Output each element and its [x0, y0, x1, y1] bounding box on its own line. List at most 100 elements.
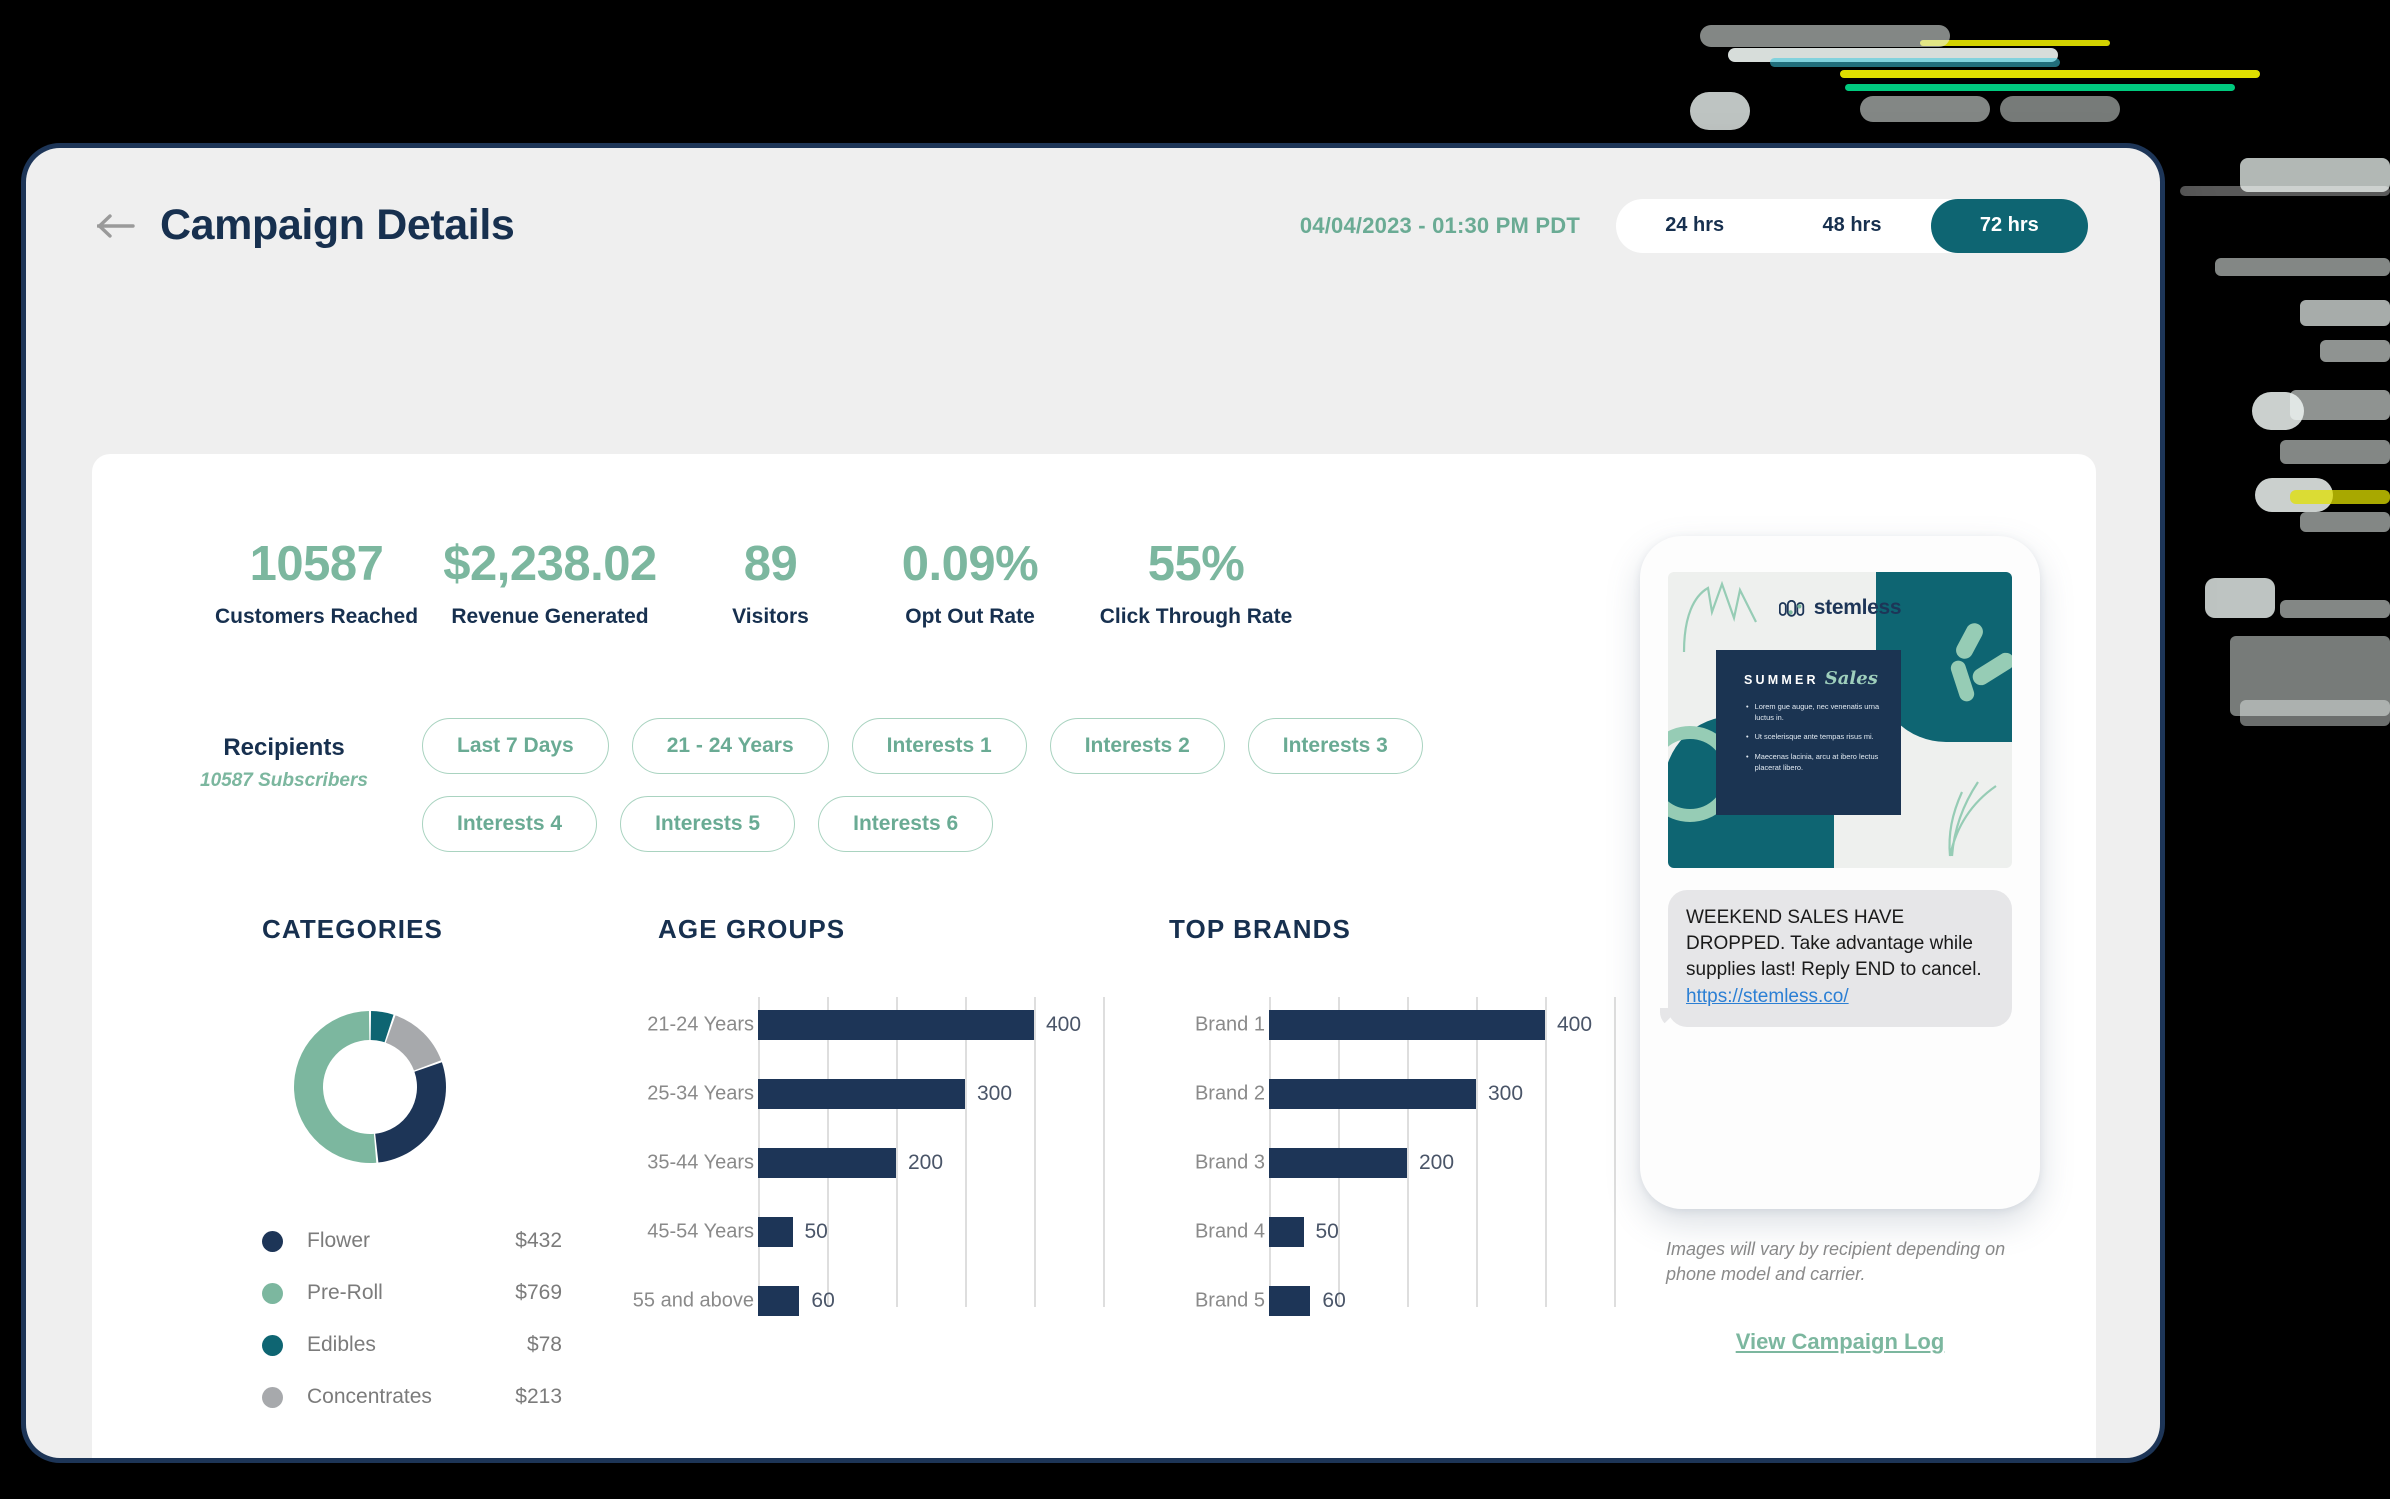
legend-color-swatch: [262, 1282, 283, 1304]
top-brands-chart: TOP BRANDS Brand 1 Brand 2 Brand 3 Brand 4B…: [1169, 914, 1619, 1316]
mms-creative-image: stemless SUMMER Sales • Lorem gue augue,…: [1668, 572, 2012, 868]
top-brands-plot: Brand 1 Brand 2 Brand 3 Brand 4 Brand 5 400 3…: [1169, 997, 1619, 1316]
sms-link[interactable]: https://stemless.co/: [1686, 986, 1849, 1007]
glitch-blob: [2000, 96, 2120, 122]
filter-pill-interests-5[interactable]: Interests 5: [620, 796, 796, 852]
bullet-marker: •: [1746, 732, 1749, 742]
glitch-bar: [1920, 40, 2110, 46]
categories-donut: [280, 997, 592, 1182]
filter-pill-age-range[interactable]: 21 - 24 Years: [631, 718, 829, 774]
glitch-bar: [1845, 84, 2235, 91]
legend-color-swatch: [262, 1334, 283, 1356]
app-window: Campaign Details 04/04/2023 - 01:30 PM P…: [26, 148, 2160, 1458]
donut-chart-icon: [293, 1011, 446, 1163]
age-groups-plot: 21-24 Years 25-34 Years 35-44 Years 45-54 Y…: [633, 997, 1108, 1316]
gridline: [1034, 997, 1036, 1307]
kpi-label: Visitors: [732, 604, 809, 628]
glitch-bar: [2240, 158, 2390, 192]
phone-mockup: stemless SUMMER Sales • Lorem gue augue,…: [1640, 536, 2040, 1209]
donut-segment-concentrates: [385, 1015, 442, 1071]
gridline: [1476, 997, 1478, 1307]
filter-pill-interests-3[interactable]: Interests 3: [1247, 718, 1423, 774]
promo-bullet: • Ut scelerisque ante tempas risus mi.: [1746, 732, 1885, 743]
age-groups-chart-title: AGE GROUPS: [658, 914, 846, 944]
categories-legend: Flower $432 Pre-Roll $769 Edibles $78 Co…: [262, 1224, 562, 1414]
category-label-brand-3: Brand 3: [1194, 1151, 1265, 1174]
kpi-customers-reached: 10587 Customers Reached: [210, 537, 423, 629]
category-label-age-3: 35-44 Years: [647, 1151, 754, 1174]
bar-age-3: [758, 1148, 896, 1178]
gridline: [1103, 997, 1105, 1307]
top-brands-plot-area: 400 300 200 50 60: [1269, 997, 1619, 1316]
filter-pill-last-7-days[interactable]: Last 7 Days: [422, 718, 609, 774]
gridline: [1545, 997, 1547, 1307]
legend-value: $213: [515, 1385, 562, 1408]
legend-value: $769: [515, 1281, 562, 1304]
gridline: [896, 997, 898, 1307]
filter-pill-interests-4[interactable]: Interests 4: [422, 796, 598, 852]
category-label-age-5: 55 and above: [632, 1289, 754, 1312]
glitch-bar: [2280, 600, 2390, 618]
category-label-brand-4: Brand 4: [1194, 1220, 1265, 1243]
legend-label: Concentrates: [307, 1385, 432, 1408]
filter-pill-interests-1[interactable]: Interests 1: [851, 718, 1027, 774]
view-campaign-log-link[interactable]: View Campaign Log: [1640, 1329, 2040, 1355]
top-brands-category-labels: Brand 1 Brand 2 Brand 3 Brand 4 Brand 5: [1169, 997, 1265, 1312]
glitch-blob: [1860, 96, 1990, 122]
category-label-brand-2: Brand 2: [1194, 1082, 1265, 1105]
decorative-leaf-outline: [1948, 781, 1997, 857]
back-button[interactable]: [94, 203, 140, 249]
gridline: [1614, 997, 1616, 1307]
glitch-blob: [2255, 478, 2333, 512]
bullet-marker: •: [1746, 702, 1749, 711]
glitch-blob: [2252, 392, 2304, 430]
promo-title-primary: SUMMER: [1744, 673, 1819, 687]
age-groups-category-labels: 21-24 Years 25-34 Years 35-44 Years 45-54 Y…: [633, 997, 754, 1312]
sms-body-text: WEEKEND SALES HAVE DROPPED. Take advanta…: [1686, 907, 1982, 981]
kpi-row: 10587 Customers Reached $2,238.02 Revenu…: [210, 537, 1316, 629]
bullet-text: Maecenas lacinia, arcu at ibero lectus p…: [1754, 752, 1879, 772]
legend-value: $432: [515, 1229, 562, 1252]
categories-chart: CATEGORIES Flower $432 Pre-Roll $769 Edi…: [262, 914, 592, 1432]
range-option-72hrs[interactable]: 72 hrs: [1930, 198, 2088, 253]
legend-item-pre-roll: Pre-Roll $769: [262, 1276, 562, 1310]
legend-item-concentrates: Concentrates $213: [262, 1380, 562, 1414]
bar-value-age-4: 50: [804, 1220, 828, 1243]
glitch-bar: [2300, 300, 2390, 326]
glitch-bar: [2280, 440, 2390, 464]
bar-value-brand-2: 300: [1488, 1082, 1524, 1105]
category-label-age-1: 21-24 Years: [647, 1013, 754, 1036]
gridline: [965, 997, 967, 1307]
kpi-value: $2,238.02: [443, 537, 657, 591]
promo-title-secondary: Sales: [1824, 668, 1878, 689]
range-option-48hrs[interactable]: 48 hrs: [1773, 199, 1930, 253]
kpi-visitors: 89 Visitors: [677, 537, 864, 629]
filter-pill-interests-2[interactable]: Interests 2: [1049, 718, 1225, 774]
recipients-section: Recipients 10587 Subscribers Last 7 Days…: [188, 718, 1602, 852]
glitch-bar: [2320, 340, 2390, 362]
glitch-bar: [1770, 58, 2060, 67]
sms-message-bubble: WEEKEND SALES HAVE DROPPED. Take advanta…: [1668, 890, 2012, 1027]
range-option-24hrs[interactable]: 24 hrs: [1616, 199, 1773, 253]
glitch-bar: [2300, 512, 2390, 532]
filter-pill-interests-6[interactable]: Interests 6: [818, 796, 994, 852]
kpi-value: 10587: [249, 537, 384, 591]
time-range-toggle: 24 hrs 48 hrs 72 hrs: [1616, 198, 2088, 253]
recipients-subscriber-count: 10587 Subscribers: [200, 770, 368, 791]
legend-label: Flower: [307, 1229, 371, 1252]
legend-item-flower: Flower $432: [262, 1224, 562, 1258]
content-card: 10587 Customers Reached $2,238.02 Revenu…: [92, 454, 2096, 1458]
promo-heading: SUMMER Sales: [1744, 668, 1885, 689]
bar-brand-3: [1269, 1148, 1407, 1178]
message-preview-column: stemless SUMMER Sales • Lorem gue augue,…: [1640, 536, 2060, 1355]
bar-age-2: [758, 1079, 965, 1109]
glitch-bar: [2290, 390, 2390, 420]
bar-age-1: [758, 1010, 1034, 1040]
legend-color-swatch: [262, 1230, 283, 1252]
recipient-filter-pills: Last 7 Days 21 - 24 Years Interests 1 In…: [422, 718, 1602, 852]
promo-bullet-list: • Lorem gue augue, nec venenatis urna lu…: [1732, 702, 1885, 774]
bullet-marker: •: [1746, 752, 1749, 762]
kpi-revenue-generated: $2,238.02 Revenue Generated: [423, 537, 677, 629]
bar-value-age-3: 200: [908, 1151, 944, 1174]
bar-brand-5: [1269, 1286, 1311, 1316]
